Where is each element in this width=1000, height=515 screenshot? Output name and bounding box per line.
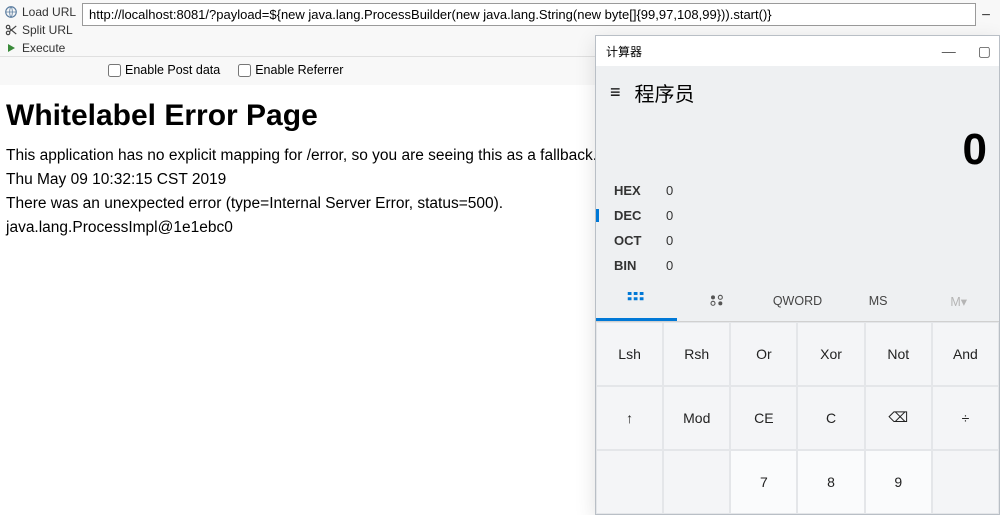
key-mod[interactable]: Mod [663, 386, 730, 451]
key-not[interactable]: Not [865, 322, 932, 386]
key-9[interactable]: 9 [865, 450, 932, 514]
calculator-display: 0 [596, 111, 999, 181]
load-url-label: Load URL [22, 5, 76, 19]
key-blank-2 [663, 450, 730, 514]
url-input[interactable] [82, 3, 976, 26]
minus-icon[interactable]: − [981, 7, 990, 25]
calculator-title: 计算器 [606, 43, 642, 60]
radix-bin[interactable]: BIN 0 [614, 258, 981, 273]
load-url-button[interactable]: Load URL [4, 3, 76, 20]
tab-bit[interactable] [677, 281, 758, 321]
key-or[interactable]: Or [730, 322, 797, 386]
radix-panel: HEX 0 DEC 0 OCT 0 BIN 0 [596, 181, 999, 281]
calculator-mode: 程序员 [635, 78, 695, 107]
split-url-label: Split URL [22, 23, 73, 37]
radix-dec[interactable]: DEC 0 [614, 208, 981, 223]
key-blank-1 [596, 450, 663, 514]
tab-qword[interactable]: QWORD [757, 281, 838, 321]
enable-post-checkbox[interactable]: Enable Post data [108, 63, 220, 77]
calc-tabs: QWORD MS M▾ [596, 281, 999, 322]
play-icon [4, 41, 18, 55]
key-rsh[interactable]: Rsh [663, 322, 730, 386]
split-url-button[interactable]: Split URL [4, 21, 76, 38]
key-divide[interactable]: ÷ [932, 386, 999, 451]
key-upshift[interactable]: ↑ [596, 386, 663, 451]
key-lsh[interactable]: Lsh [596, 322, 663, 386]
tab-keypad[interactable] [596, 281, 677, 321]
calculator-titlebar[interactable]: 计算器 — ▢ [596, 36, 999, 66]
enable-referrer-checkbox[interactable]: Enable Referrer [238, 63, 343, 77]
execute-label: Execute [22, 41, 65, 55]
enable-referrer-label: Enable Referrer [255, 63, 343, 77]
keypad-icon [627, 291, 645, 308]
tab-ms[interactable]: MS [838, 281, 919, 321]
bit-toggle-icon [709, 293, 725, 310]
tab-mcarrot: M▾ [918, 281, 999, 321]
enable-post-label: Enable Post data [125, 63, 220, 77]
maximize-icon[interactable]: ▢ [978, 43, 991, 60]
minimize-icon[interactable]: — [942, 43, 956, 59]
calculator-window: 计算器 — ▢ ≡ 程序员 0 HEX 0 DEC 0 OCT 0 BIN 0 [595, 35, 1000, 515]
key-and[interactable]: And [932, 322, 999, 386]
key-c[interactable]: C [797, 386, 864, 451]
calc-keypad: Lsh Rsh Or Xor Not And ↑ Mod CE C ⌫ ÷ 7 … [596, 322, 999, 514]
globe-icon [4, 5, 18, 19]
key-backspace[interactable]: ⌫ [865, 386, 932, 451]
key-blank-3 [932, 450, 999, 514]
key-xor[interactable]: Xor [797, 322, 864, 386]
key-8[interactable]: 8 [797, 450, 864, 514]
execute-button[interactable]: Execute [4, 39, 76, 56]
radix-hex[interactable]: HEX 0 [614, 183, 981, 198]
radix-oct[interactable]: OCT 0 [614, 233, 981, 248]
scissors-icon [4, 23, 18, 37]
key-ce[interactable]: CE [730, 386, 797, 451]
hamburger-icon[interactable]: ≡ [610, 82, 621, 103]
key-7[interactable]: 7 [730, 450, 797, 514]
